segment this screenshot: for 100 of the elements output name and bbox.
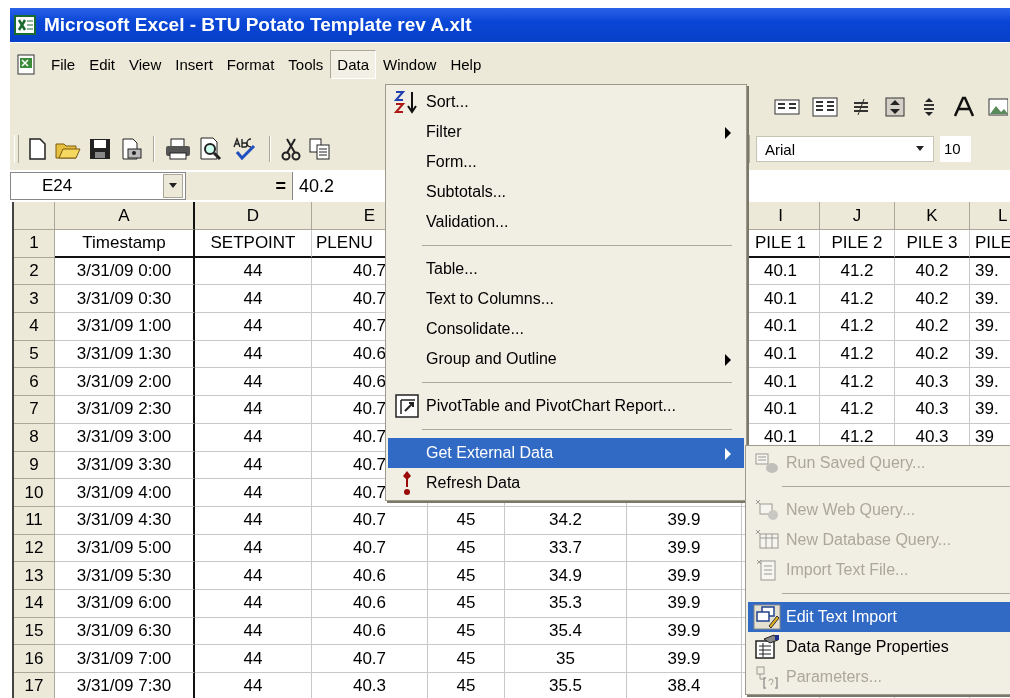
table-cell: 39. bbox=[975, 344, 999, 365]
table-cell: 39.9 bbox=[667, 648, 701, 669]
table-cell: 3/31/09 5:00 bbox=[76, 537, 172, 558]
table-cell: 34.2 bbox=[548, 510, 583, 531]
table-cell: 41.2 bbox=[840, 371, 874, 392]
table-cell: 44 bbox=[243, 371, 263, 392]
table-cell: 3/31/09 5:30 bbox=[76, 565, 172, 586]
table-cell: 44 bbox=[243, 565, 263, 586]
table-cell: 39.9 bbox=[667, 565, 701, 586]
table-cell: 40.1 bbox=[763, 399, 798, 420]
table-cell: 40.2 bbox=[915, 316, 949, 337]
table-cell: 44 bbox=[243, 288, 263, 309]
table-cell: 40.1 bbox=[763, 371, 798, 392]
table-cell: 44 bbox=[243, 593, 263, 614]
table-cell: 40.7 bbox=[352, 648, 387, 669]
table-cell: 40.7 bbox=[352, 510, 387, 531]
table-cell: 3/31/09 1:30 bbox=[76, 344, 172, 365]
window-title: Microsoft Excel - BTU Potato Template rev A.xlt bbox=[44, 14, 472, 36]
table-cell: 44 bbox=[243, 454, 263, 475]
table-cell: 41.2 bbox=[840, 427, 874, 448]
table-cell: 40.1 bbox=[763, 261, 798, 282]
table-cell: 33.7 bbox=[548, 537, 583, 558]
table-cell: 44 bbox=[243, 261, 263, 282]
table-cell: PLENU bbox=[316, 232, 373, 253]
table-cell: 40.2 bbox=[915, 288, 949, 309]
table-cell: 3/31/09 7:30 bbox=[76, 676, 172, 697]
table-cell: 41.2 bbox=[840, 288, 874, 309]
table-cell: 44 bbox=[243, 510, 263, 531]
table-cell: 3/31/09 4:30 bbox=[76, 510, 172, 531]
table-cell: 35.5 bbox=[548, 676, 583, 697]
table-cell: 40.7 bbox=[352, 288, 387, 309]
table-cell: 3/31/09 6:30 bbox=[76, 620, 172, 641]
table-cell: 41.2 bbox=[840, 344, 874, 365]
table-cell: 39. bbox=[975, 261, 999, 282]
table-cell: 41.2 bbox=[840, 261, 874, 282]
table-cell: 3/31/09 3:30 bbox=[76, 454, 172, 475]
table-cell: 44 bbox=[243, 620, 263, 641]
table-cell: 40.7 bbox=[352, 261, 387, 282]
table-cell: 39.9 bbox=[667, 510, 701, 531]
table-cell: 40.1 bbox=[763, 288, 798, 309]
table-cell: 35.3 bbox=[548, 593, 583, 614]
table-cell: 40.1 bbox=[763, 316, 798, 337]
table-cell: 40.7 bbox=[352, 399, 387, 420]
table-cell: 39. bbox=[975, 371, 999, 392]
table-cell: 3/31/09 3:00 bbox=[76, 427, 172, 448]
table-cell: 40.1 bbox=[763, 427, 798, 448]
table-cell: 40.3 bbox=[915, 399, 949, 420]
table-cell: 44 bbox=[243, 676, 263, 697]
table-cell: 45 bbox=[456, 537, 476, 558]
table-cell: 39.9 bbox=[667, 537, 701, 558]
table-cell: 44 bbox=[243, 482, 263, 503]
table-cell: 35.4 bbox=[548, 620, 583, 641]
table-cell: PILE 1 bbox=[754, 232, 806, 253]
table-cell: 40.7 bbox=[352, 482, 387, 503]
table-cell: 40.6 bbox=[352, 565, 387, 586]
table-cell: PILE 2 bbox=[831, 232, 883, 253]
table-cell: 3/31/09 6:00 bbox=[76, 593, 172, 614]
table-cell: 40.2 bbox=[915, 344, 949, 365]
table-cell: 3/31/09 2:00 bbox=[76, 371, 172, 392]
equals-sign: = bbox=[275, 175, 286, 197]
table-cell: 40.7 bbox=[352, 454, 387, 475]
table-cell: 35 bbox=[556, 648, 575, 669]
table-cell: 44 bbox=[243, 399, 263, 420]
table-cell: 45 bbox=[456, 593, 476, 614]
table-cell: Timestamp bbox=[82, 232, 166, 253]
table-cell: 40.3 bbox=[915, 427, 949, 448]
table-cell: 40.1 bbox=[763, 344, 798, 365]
table-cell: 45 bbox=[456, 648, 476, 669]
table-cell: 44 bbox=[243, 427, 263, 448]
table-cell: 45 bbox=[456, 510, 476, 531]
table-cell: 45 bbox=[456, 676, 476, 697]
table-cell: 39. bbox=[975, 316, 999, 337]
table-cell: 44 bbox=[243, 648, 263, 669]
table-cell: 3/31/09 4:00 bbox=[76, 482, 172, 503]
table-cell: 40.7 bbox=[352, 427, 387, 448]
table-cell: 39. bbox=[975, 399, 999, 420]
table-cell: 44 bbox=[243, 316, 263, 337]
table-cell: 3/31/09 0:30 bbox=[76, 288, 172, 309]
table-cell: 39 bbox=[975, 427, 994, 448]
table-cell: 3/31/09 7:00 bbox=[76, 648, 172, 669]
table-cell: 44 bbox=[243, 537, 263, 558]
table-cell: 44 bbox=[243, 344, 263, 365]
table-cell: 40.3 bbox=[915, 371, 949, 392]
table-cell: 3/31/09 2:30 bbox=[76, 399, 172, 420]
table-cell: 40.7 bbox=[352, 537, 387, 558]
table-cell: 40.6 bbox=[352, 344, 387, 365]
table-cell: 40.2 bbox=[915, 261, 949, 282]
table-cell: 40.6 bbox=[352, 371, 387, 392]
table-cell: 39.9 bbox=[667, 620, 701, 641]
table-cell: 39.9 bbox=[667, 593, 701, 614]
table-cell: 40.6 bbox=[352, 593, 387, 614]
table-cell: 40.7 bbox=[352, 316, 387, 337]
table-cell: 45 bbox=[456, 565, 476, 586]
table-cell: 38.4 bbox=[667, 676, 701, 697]
table-cell: 39. bbox=[975, 288, 999, 309]
table-cell: 3/31/09 1:00 bbox=[76, 316, 172, 337]
table-cell: 34.9 bbox=[548, 565, 583, 586]
table-cell: 41.2 bbox=[840, 399, 874, 420]
table-cell: 40.3 bbox=[352, 676, 387, 697]
table-cell: 41.2 bbox=[840, 316, 874, 337]
